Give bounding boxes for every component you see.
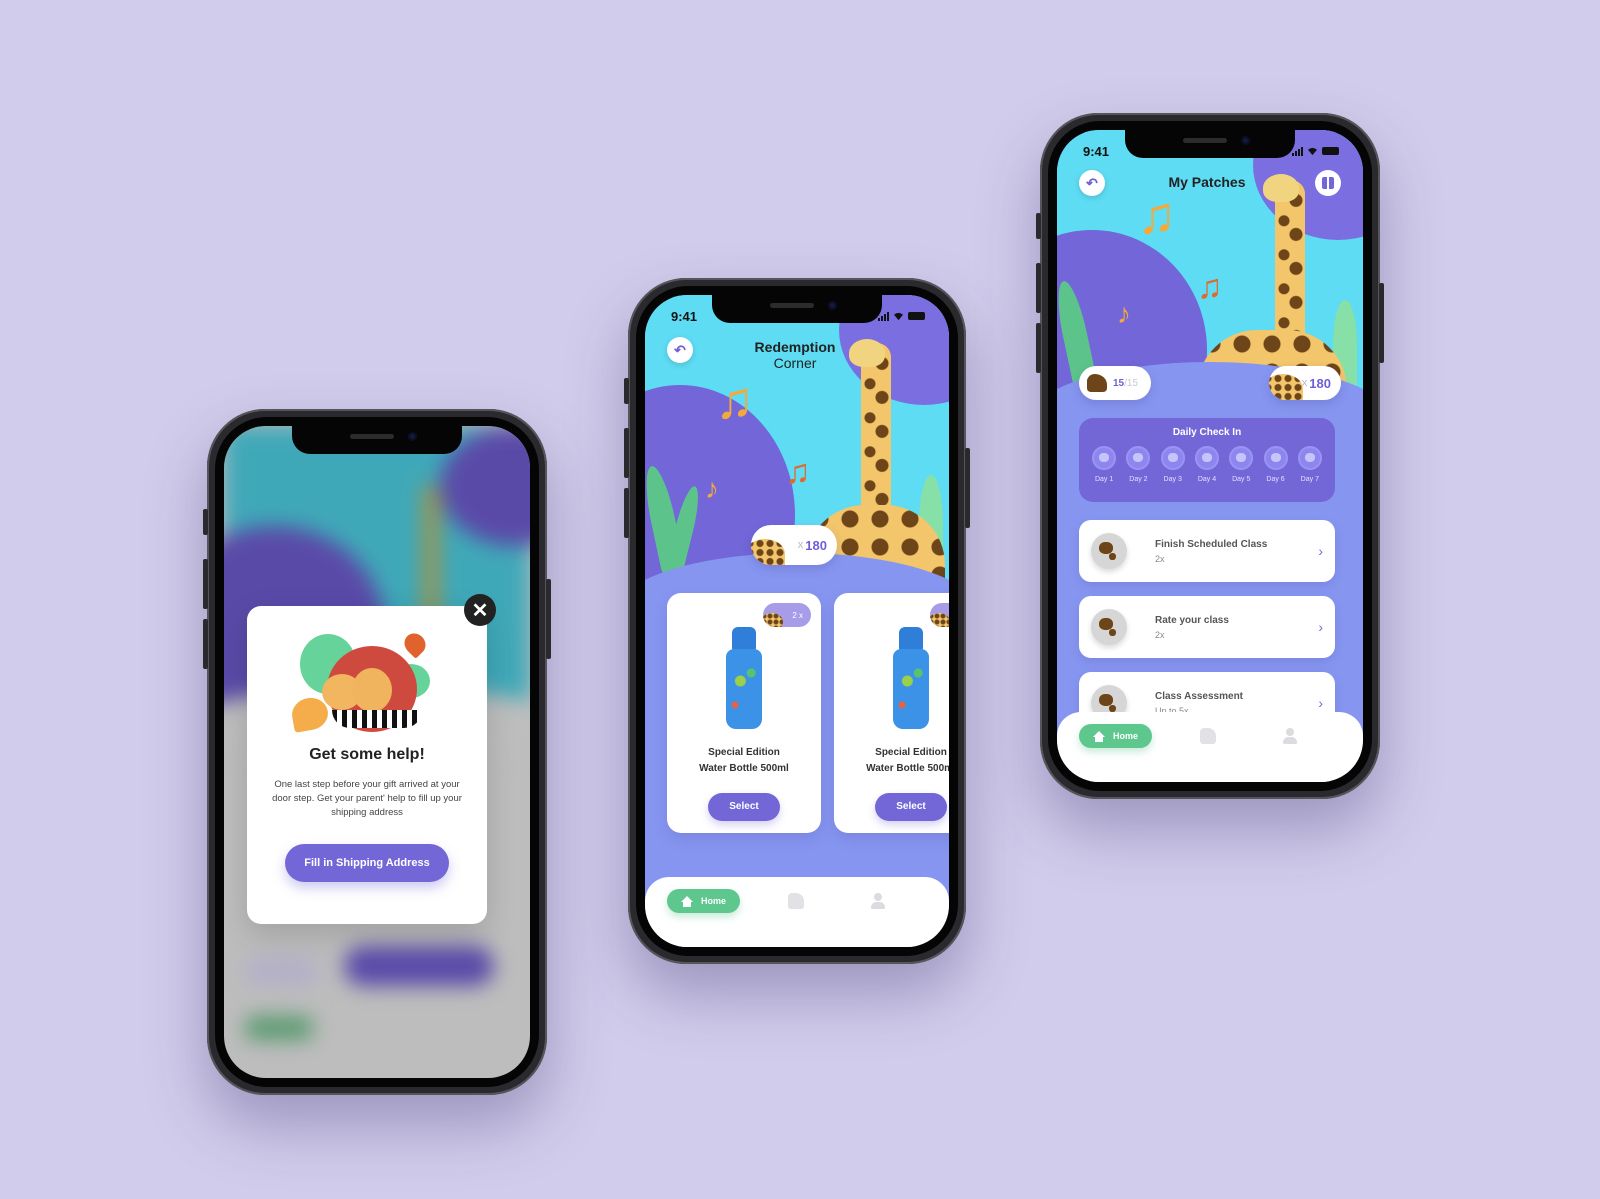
- check-in-day[interactable]: Day 7: [1297, 446, 1322, 483]
- chevron-right-icon: ›: [1318, 543, 1323, 559]
- patch-icon: [1091, 609, 1127, 645]
- task-title: Rate your class: [1155, 614, 1229, 626]
- phone-get-help: ✕ Get some help! One last step before yo…: [203, 409, 551, 1095]
- patch-icon: [1194, 446, 1219, 470]
- status-time: 9:41: [671, 308, 698, 324]
- modal-body: One last step before your gift arrived a…: [272, 779, 462, 818]
- phone-my-patches: 9:41 ♫ ♫ ♪ ↶ My Patches 15/15 x 180 Dail…: [1036, 113, 1384, 799]
- tab-home[interactable]: Home: [1079, 724, 1153, 748]
- lion-illustration: [289, 629, 442, 734]
- fill-shipping-address-button[interactable]: Fill in Shipping Address: [285, 844, 449, 882]
- patch-current: 15: [1113, 377, 1125, 389]
- giraffe-token-icon: [1269, 374, 1303, 400]
- screen: ✕ Get some help! One last step before yo…: [224, 426, 530, 1078]
- tab-piano[interactable]: [1200, 728, 1217, 744]
- patch-icon: [1229, 446, 1254, 470]
- patch-icon: [1092, 446, 1117, 470]
- product-card[interactable]: 2 x Special Edition Water Bottle 500ml S…: [834, 593, 949, 833]
- wifi-icon: [1308, 147, 1317, 155]
- battery-icon: [908, 312, 925, 320]
- music-note-icon: ♪: [1117, 298, 1131, 329]
- product-name: Special Edition Water Bottle 500ml: [866, 747, 949, 774]
- help-modal: Get some help! One last step before your…: [247, 606, 487, 924]
- phone-redemption-corner: 9:41 ♫ ♫ ♪ ↶ Redemption Corner x 180 2 x…: [624, 278, 970, 964]
- chevron-right-icon: ›: [1318, 695, 1323, 711]
- close-button[interactable]: ✕: [464, 594, 496, 626]
- check-in-day[interactable]: Day 6: [1263, 446, 1288, 483]
- hero-scene: ♫ ♫ ♪: [1057, 130, 1363, 400]
- check-in-day[interactable]: Day 1: [1092, 446, 1117, 483]
- tab-profile[interactable]: [1282, 728, 1298, 744]
- task-subtitle: 2x: [1155, 629, 1165, 640]
- water-bottle-image: [726, 627, 762, 729]
- task-item[interactable]: Rate your class 2x ›: [1079, 596, 1335, 658]
- product-name: Special Edition Water Bottle 500ml: [699, 747, 789, 774]
- patch-icon: [1160, 446, 1185, 470]
- home-icon: [681, 895, 693, 907]
- daily-check-in-title: Daily Check In: [1172, 427, 1242, 438]
- check-in-day[interactable]: Day 2: [1126, 446, 1151, 483]
- patch-icon: [1087, 374, 1107, 392]
- task-item[interactable]: Finish Scheduled Class 2x ›: [1079, 520, 1335, 582]
- giraffe-token-icon: [751, 539, 785, 565]
- status-time: 9:41: [1083, 143, 1110, 159]
- chevron-right-icon: ›: [1318, 619, 1323, 635]
- giraffe-balance-pill: x 180: [1269, 366, 1341, 400]
- page-title: My Patches: [1168, 174, 1246, 190]
- select-button[interactable]: Select: [708, 793, 780, 821]
- task-title: Class Assessment: [1155, 690, 1244, 702]
- patch-icon: [1297, 446, 1322, 470]
- balance-value: 180: [1309, 375, 1331, 391]
- tab-profile[interactable]: [870, 893, 886, 909]
- check-in-day[interactable]: Day 3: [1160, 446, 1185, 483]
- task-title: Finish Scheduled Class: [1155, 538, 1268, 550]
- patch-icon: [1263, 446, 1288, 470]
- notch: [712, 295, 882, 323]
- battery-icon: [1322, 147, 1339, 155]
- page-title: Redemption Corner: [740, 339, 850, 371]
- patch-icon: [1091, 533, 1127, 569]
- patch-total: 15: [1126, 377, 1139, 389]
- modal-title: Get some help!: [309, 746, 425, 763]
- cost-badge: 2 x: [930, 603, 949, 627]
- water-bottle-image: [893, 627, 929, 729]
- notch: [292, 426, 462, 454]
- notch: [1125, 130, 1295, 158]
- balance-value: 180: [805, 537, 827, 553]
- product-card[interactable]: 2 x Special Edition Water Bottle 500ml S…: [667, 593, 821, 833]
- back-button[interactable]: ↶: [667, 337, 693, 363]
- music-note-icon: ♫: [1197, 268, 1223, 306]
- music-note-icon: ♫: [1137, 187, 1176, 245]
- gift-button[interactable]: [1315, 170, 1341, 196]
- bottom-tab-bar: Home: [1057, 712, 1363, 782]
- check-in-day[interactable]: Day 4: [1194, 446, 1219, 483]
- signal-icon: [1292, 146, 1303, 156]
- wifi-icon: [894, 312, 903, 320]
- patch-icon: [1126, 446, 1151, 470]
- heart-icon: [400, 629, 430, 659]
- music-note-icon: ♫: [785, 453, 811, 491]
- tab-home[interactable]: Home: [667, 889, 741, 913]
- select-button[interactable]: Select: [875, 793, 947, 821]
- task-subtitle: 2x: [1155, 553, 1165, 564]
- tab-piano[interactable]: [788, 893, 805, 909]
- giraffe-balance-pill: x 180: [751, 525, 837, 565]
- music-note-icon: ♪: [705, 473, 719, 504]
- check-in-day[interactable]: Day 5: [1229, 446, 1254, 483]
- back-button[interactable]: ↶: [1079, 170, 1105, 196]
- cost-badge: 2 x: [763, 603, 811, 627]
- screen: 9:41 ♫ ♫ ♪ ↶: [1057, 130, 1363, 782]
- music-note-icon: ♫: [715, 372, 754, 430]
- patch-count-pill: 15/15: [1079, 366, 1151, 400]
- home-icon: [1093, 730, 1105, 742]
- bottom-tab-bar: Home: [645, 877, 949, 947]
- screen: 9:41 ♫ ♫ ♪ ↶: [645, 295, 949, 947]
- daily-check-in-panel: Daily Check In Day 1 Day 2 Day 3 Day 4 D…: [1079, 418, 1335, 502]
- page-title-line1: Redemption: [754, 339, 836, 355]
- gift-icon: [1322, 177, 1334, 189]
- page-title-line2: Corner: [773, 355, 817, 371]
